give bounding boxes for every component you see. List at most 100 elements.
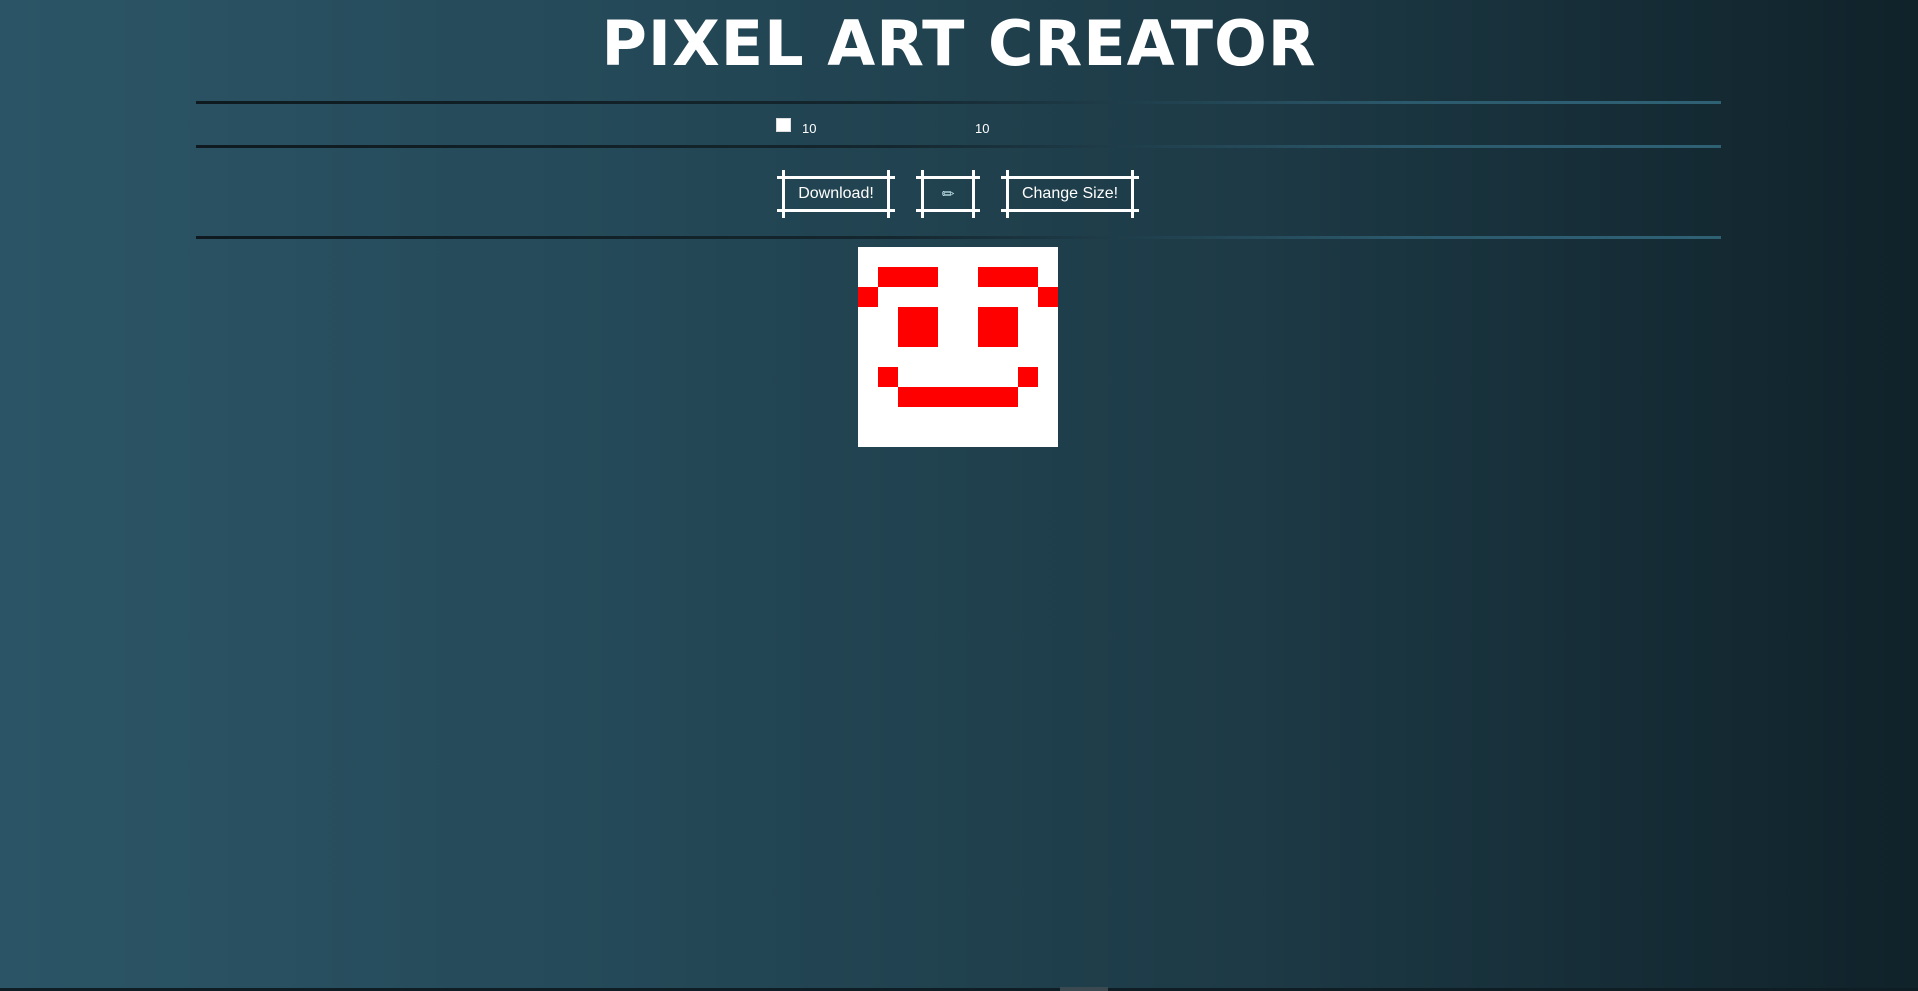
pixel-cell[interactable] [998,347,1018,367]
pixel-cell[interactable] [958,387,978,407]
pixel-cell[interactable] [998,287,1018,307]
pixel-cell[interactable] [858,347,878,367]
pixel-cell[interactable] [878,267,898,287]
pixel-cell[interactable] [878,427,898,447]
pixel-cell[interactable] [958,327,978,347]
pixel-cell[interactable] [938,367,958,387]
pixel-cell[interactable] [918,387,938,407]
pixel-cell[interactable] [858,267,878,287]
pixel-cell[interactable] [878,287,898,307]
pixel-cell[interactable] [978,327,998,347]
pixel-cell[interactable] [898,247,918,267]
pixel-cell[interactable] [858,287,878,307]
pixel-cell[interactable] [918,347,938,367]
pixel-cell[interactable] [1018,407,1038,427]
pixel-cell[interactable] [938,387,958,407]
pixel-cell[interactable] [918,267,938,287]
pixel-cell[interactable] [938,407,958,427]
pixel-cell[interactable] [898,267,918,287]
pixel-cell[interactable] [918,367,938,387]
pixel-cell[interactable] [858,427,878,447]
pixel-cell[interactable] [938,427,958,447]
pixel-cell[interactable] [1038,387,1058,407]
pixel-cell[interactable] [998,267,1018,287]
pixel-cell[interactable] [998,367,1018,387]
pixel-cell[interactable] [958,407,978,427]
pixel-cell[interactable] [938,327,958,347]
pixel-cell[interactable] [1038,307,1058,327]
pixel-cell[interactable] [918,427,938,447]
pixel-cell[interactable] [998,307,1018,327]
pixel-cell[interactable] [958,367,978,387]
pixel-cell[interactable] [938,347,958,367]
pixel-cell[interactable] [1038,407,1058,427]
pixel-cell[interactable] [978,367,998,387]
pixel-cell[interactable] [938,247,958,267]
pixel-cell[interactable] [998,327,1018,347]
pixel-cell[interactable] [1038,367,1058,387]
pixel-cell[interactable] [978,427,998,447]
pixel-cell[interactable] [978,307,998,327]
pixel-cell[interactable] [958,247,978,267]
pixel-cell[interactable] [918,247,938,267]
pixel-cell[interactable] [1018,387,1038,407]
pixel-cell[interactable] [958,427,978,447]
pixel-cell[interactable] [978,247,998,267]
height-input[interactable]: 10 [975,121,989,136]
pixel-cell[interactable] [1038,427,1058,447]
pixel-cell[interactable] [1018,367,1038,387]
pixel-cell[interactable] [858,307,878,327]
pixel-cell[interactable] [858,247,878,267]
pixel-cell[interactable] [978,387,998,407]
pixel-cell[interactable] [958,267,978,287]
pixel-cell[interactable] [1018,247,1038,267]
pixel-cell[interactable] [858,407,878,427]
pixel-cell[interactable] [898,407,918,427]
pixel-cell[interactable] [898,427,918,447]
download-button[interactable]: Download! [777,170,895,218]
pixel-cell[interactable] [998,407,1018,427]
pixel-cell[interactable] [918,307,938,327]
pixel-cell[interactable] [1018,347,1038,367]
pixel-cell[interactable] [878,407,898,427]
pixel-canvas[interactable] [858,247,1058,447]
width-input[interactable]: 10 [802,121,816,136]
pixel-cell[interactable] [918,327,938,347]
pixel-cell[interactable] [938,267,958,287]
pixel-cell[interactable] [898,307,918,327]
pixel-cell[interactable] [1038,287,1058,307]
pixel-cell[interactable] [938,287,958,307]
color-picker[interactable] [776,118,791,132]
pixel-cell[interactable] [978,407,998,427]
pixel-cell[interactable] [858,387,878,407]
pixel-cell[interactable] [958,347,978,367]
eraser-button[interactable]: ✎ [916,170,980,218]
scroll-handle[interactable] [1060,987,1108,991]
pixel-cell[interactable] [998,247,1018,267]
pixel-cell[interactable] [918,287,938,307]
pixel-cell[interactable] [1018,267,1038,287]
pixel-cell[interactable] [998,387,1018,407]
pixel-cell[interactable] [938,307,958,327]
pixel-cell[interactable] [898,387,918,407]
pixel-cell[interactable] [1018,427,1038,447]
pixel-cell[interactable] [898,287,918,307]
pixel-cell[interactable] [1038,267,1058,287]
pixel-cell[interactable] [878,307,898,327]
pixel-cell[interactable] [1038,347,1058,367]
pixel-cell[interactable] [978,347,998,367]
change-size-button[interactable]: Change Size! [1001,170,1139,218]
pixel-cell[interactable] [1018,327,1038,347]
pixel-cell[interactable] [958,307,978,327]
pixel-cell[interactable] [1018,307,1038,327]
pixel-cell[interactable] [898,347,918,367]
pixel-cell[interactable] [978,267,998,287]
pixel-cell[interactable] [1038,247,1058,267]
pixel-cell[interactable] [978,287,998,307]
pixel-cell[interactable] [898,367,918,387]
pixel-cell[interactable] [858,367,878,387]
pixel-cell[interactable] [1018,287,1038,307]
pixel-cell[interactable] [918,407,938,427]
pixel-cell[interactable] [998,427,1018,447]
pixel-cell[interactable] [858,327,878,347]
